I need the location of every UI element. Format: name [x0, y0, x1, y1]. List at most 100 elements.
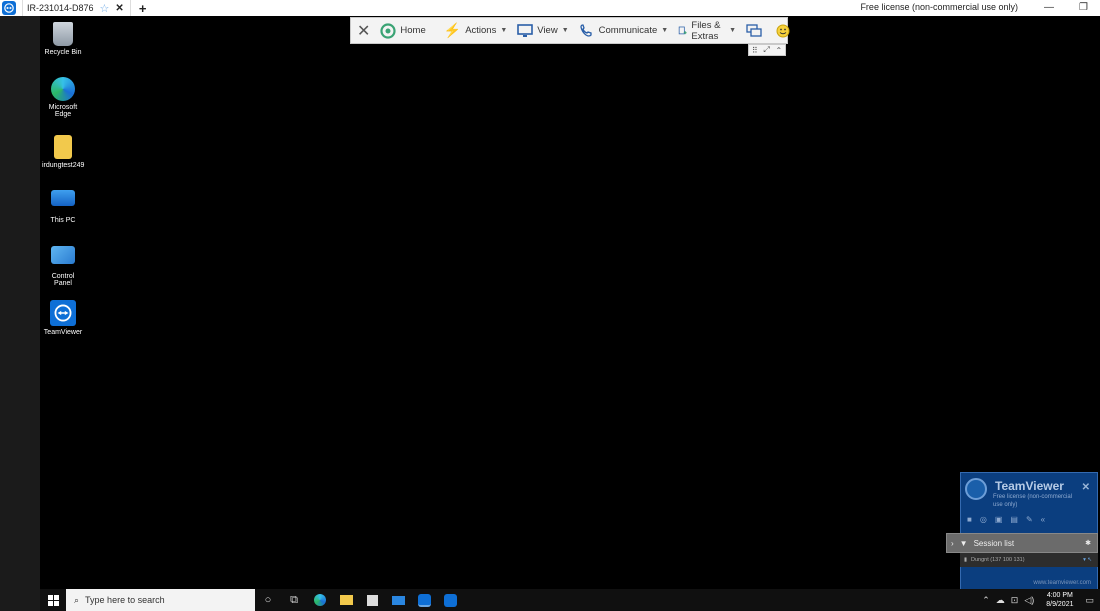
desktop-icon-label: Microsoft Edge — [48, 104, 78, 118]
search-icon: ⌕ — [74, 594, 80, 605]
taskbar-search-box[interactable]: ⌕ Type here to search — [66, 589, 255, 611]
teamviewer-logo-icon — [965, 478, 987, 500]
home-icon — [380, 22, 397, 39]
teamviewer-icon — [50, 300, 76, 326]
actions-label: Actions — [465, 25, 497, 36]
files-extras-label: Files & Extras — [691, 19, 721, 42]
mail-icon[interactable] — [385, 589, 411, 611]
home-button[interactable]: Home — [380, 22, 426, 39]
phone-icon — [579, 23, 592, 37]
view-menu[interactable]: View ▼ — [517, 23, 569, 38]
volume-icon[interactable]: ◁) — [1024, 595, 1034, 606]
session-row[interactable]: ▮ Dungnt (137 100 131) ▾ ↖ — [960, 553, 1098, 567]
chevron-down-icon: ▼ — [959, 538, 968, 548]
minimize-button[interactable]: — — [1044, 2, 1054, 13]
chevron-down-icon: ▼ — [500, 27, 508, 34]
video-icon[interactable]: ■ — [967, 515, 972, 524]
dual-monitor-icon — [746, 23, 762, 37]
desktop-icon-recycle-bin[interactable]: Recycle Bin — [42, 22, 84, 56]
lightning-icon: ⚡ — [443, 22, 462, 38]
restore-button[interactable]: ❐ — [1079, 2, 1088, 13]
feedback-button[interactable] — [776, 24, 790, 38]
gear-icon[interactable]: ✱ — [1085, 539, 1091, 547]
grip-icon[interactable]: ⠿ — [752, 46, 758, 55]
user-folder-icon — [54, 135, 72, 159]
file-explorer-icon[interactable] — [333, 589, 359, 611]
desktop-icon-control-panel[interactable]: Control Panel — [42, 246, 84, 287]
monitor-icon — [517, 23, 534, 37]
notification-icon[interactable]: ▭ — [1085, 595, 1094, 606]
toolbar-mini-controls: ⠿ ⤢ ⌃ — [748, 44, 786, 56]
cloud-icon[interactable]: ☁ — [996, 595, 1005, 606]
files-extras-menu[interactable]: Files & Extras ▼ — [678, 20, 736, 42]
files-icon[interactable]: ▤ — [1010, 515, 1018, 524]
desktop-icon-user-folder[interactable]: irdungtest249 — [42, 135, 84, 169]
cursor-icon[interactable]: ▾ ↖ — [1083, 557, 1092, 563]
close-tab-icon[interactable]: ✕ — [115, 3, 123, 14]
chevron-down-icon: ▼ — [661, 27, 669, 34]
view-label: View — [537, 25, 558, 36]
windows-logo-icon — [47, 594, 59, 606]
teamviewer-taskbar-icon-2[interactable] — [437, 589, 463, 611]
clock-date: 8/9/2021 — [1046, 601, 1074, 608]
remote-control-toolbar: ✕ Home ⚡ Actions ▼ View ▼ Communicate ▼ … — [350, 17, 790, 44]
computer-icon — [51, 190, 75, 206]
chevron-right-icon[interactable]: › — [951, 539, 954, 548]
session-row-label: Dungnt (137 100 131) — [971, 557, 1025, 563]
cortana-icon[interactable]: ○ — [255, 589, 281, 611]
chat-icon[interactable]: ▣ — [995, 515, 1003, 524]
collapse-icon[interactable]: « — [1041, 515, 1045, 524]
home-label: Home — [400, 25, 426, 36]
desktop-icon-label: This PC — [50, 217, 76, 224]
session-list-header[interactable]: › ▼ Session list ✱ — [946, 533, 1098, 553]
session-tab[interactable]: IR-231014-D876 ☆ ✕ — [22, 0, 131, 16]
desktop-icon-edge[interactable]: Microsoft Edge — [42, 77, 84, 118]
clock-time: 4:00 PM — [1046, 592, 1073, 599]
teamviewer-taskbar-icon[interactable] — [411, 589, 437, 611]
chevron-up-icon[interactable]: ⌃ — [775, 46, 782, 55]
system-clock[interactable]: 4:00 PM 8/9/2021 — [1046, 591, 1073, 609]
store-icon[interactable] — [359, 589, 385, 611]
chevron-down-icon: ▼ — [729, 27, 737, 34]
chevron-down-icon: ▼ — [561, 27, 569, 34]
task-view-icon[interactable]: ⧉ — [281, 589, 307, 611]
fullscreen-icon[interactable]: ⤢ — [763, 45, 769, 55]
windows-taskbar: ⌕ Type here to search ○ ⧉ ⌃ ☁ ⊡ ◁) 4:00 … — [40, 589, 1100, 611]
search-placeholder: Type here to search — [85, 595, 165, 605]
new-tab-button[interactable]: + — [139, 1, 147, 16]
network-icon[interactable]: ⊡ — [1011, 595, 1019, 606]
user-icon: ▮ — [964, 557, 968, 563]
communicate-menu[interactable]: Communicate ▼ — [579, 23, 669, 38]
file-plus-icon — [678, 26, 687, 34]
edge-icon — [51, 77, 75, 101]
smiley-icon — [776, 24, 790, 37]
recycle-bin-icon — [53, 22, 73, 46]
desktop-icon-label: TeamViewer — [43, 329, 83, 336]
panel-footer-link[interactable]: www.teamviewer.com — [1033, 580, 1091, 586]
desktop-icon-label: Recycle Bin — [44, 49, 82, 56]
edge-taskbar-icon[interactable] — [307, 589, 333, 611]
window-title-bar: IR-231014-D876 ☆ ✕ + Free license (non-c… — [0, 0, 1100, 16]
control-panel-icon — [51, 246, 75, 264]
communicate-label: Communicate — [598, 25, 658, 36]
panel-action-icons: ■ ◎ ▣ ▤ ✎ « — [967, 515, 1045, 524]
desktop-icon-label: Control Panel — [51, 273, 75, 287]
teamviewer-side-panel: TeamViewer Free license (non-commercial … — [960, 472, 1098, 590]
actions-menu[interactable]: ⚡ Actions ▼ — [444, 22, 508, 39]
session-list-label: Session list — [973, 538, 1015, 548]
desktop-icon-label: irdungtest249 — [42, 162, 85, 169]
left-border-strip — [0, 16, 40, 611]
switch-sides-button[interactable] — [746, 23, 762, 38]
favorite-star-icon[interactable]: ☆ — [100, 2, 110, 15]
start-button[interactable] — [40, 589, 66, 611]
panel-close-icon[interactable]: ✕ — [1082, 482, 1090, 493]
teamviewer-logo-icon — [2, 1, 16, 15]
close-session-icon[interactable]: ✕ — [357, 21, 370, 41]
desktop-icon-this-pc[interactable]: This PC — [42, 190, 84, 224]
panel-license-text: Free license (non-commercial use only) — [993, 494, 1073, 508]
license-text: Free license (non-commercial use only) — [860, 2, 1018, 12]
chevron-up-icon[interactable]: ⌃ — [982, 595, 990, 606]
headset-icon[interactable]: ◎ — [980, 515, 987, 524]
desktop-icon-teamviewer[interactable]: TeamViewer — [42, 300, 84, 336]
tools-icon[interactable]: ✎ — [1026, 515, 1033, 524]
